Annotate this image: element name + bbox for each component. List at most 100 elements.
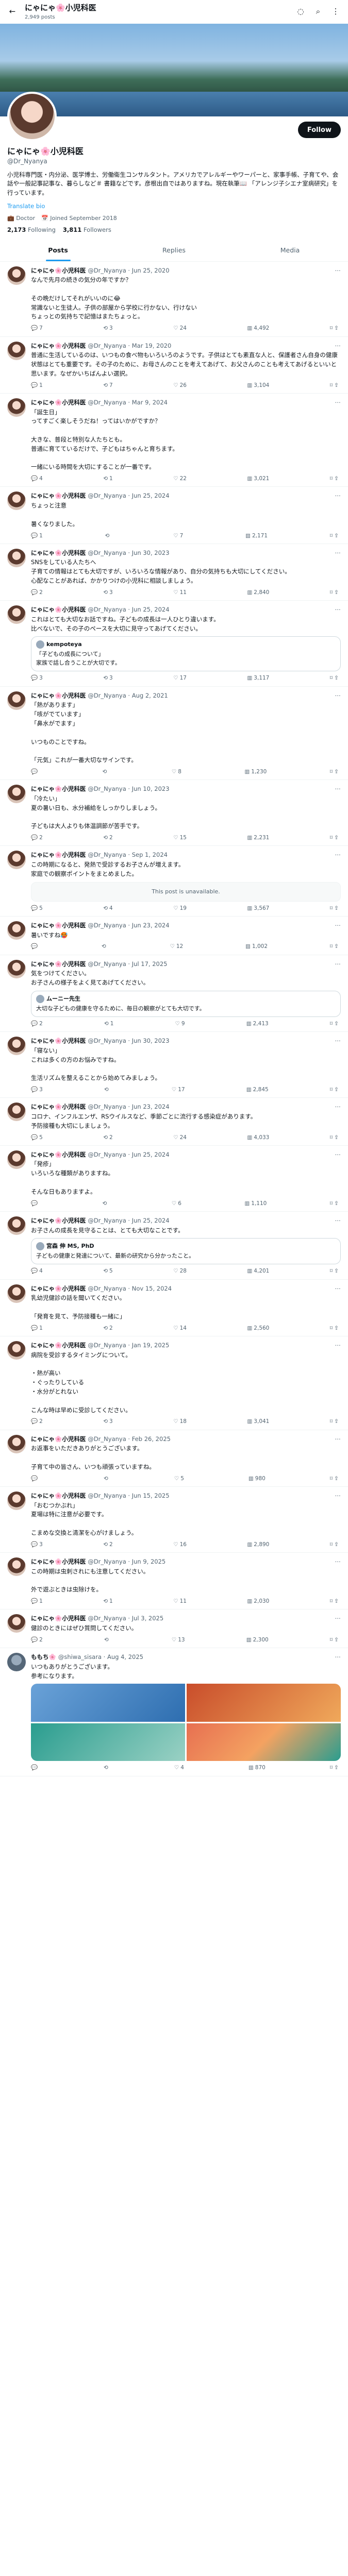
like-action[interactable]: ♡ 13 — [172, 1636, 185, 1644]
tweet-avatar[interactable] — [7, 1216, 26, 1235]
tweet-avatar[interactable] — [7, 785, 26, 804]
bookmark-icon[interactable]: ⌑ — [330, 1541, 333, 1549]
tweet-avatar[interactable] — [7, 1491, 26, 1510]
following-count[interactable]: 2,173 Following — [7, 226, 56, 234]
share-icon[interactable]: ⇪ — [334, 1325, 339, 1332]
tweet-item[interactable]: にゃにゃ🌸小児科医 @Dr_Nyanya · Mar 9, 2024 ⋯ 「誕生日」 … — [0, 394, 348, 487]
views-action[interactable]: ▥ 3,104 — [247, 382, 269, 389]
tweet-avatar[interactable] — [7, 1284, 26, 1303]
bookmark-icon[interactable]: ⌑ — [330, 1020, 333, 1028]
tweet-more-icon[interactable]: ⋯ — [335, 1284, 341, 1293]
retweet-action[interactable]: ⟲ — [104, 1086, 110, 1094]
like-action[interactable]: ♡ 11 — [173, 589, 187, 597]
tweet-item[interactable]: にゃにゃ🌸小児科医 @Dr_Nyanya · Feb 26, 2025 ⋯ お返事をい… — [0, 1430, 348, 1487]
tweet-more-icon[interactable]: ⋯ — [335, 921, 341, 930]
like-action[interactable]: ♡ 15 — [173, 834, 187, 842]
views-action[interactable]: ▥ 3,021 — [247, 475, 269, 483]
tweet-more-icon[interactable]: ⋯ — [335, 1150, 341, 1159]
tweet-item[interactable]: にゃにゃ🌸小児科医 @Dr_Nyanya · Jun 9, 2025 ⋯ この時期は虫… — [0, 1553, 348, 1610]
follow-button[interactable]: Follow — [297, 122, 341, 138]
share-icon[interactable]: ⇪ — [334, 1598, 339, 1605]
tweet-item[interactable]: にゃにゃ🌸小児科医 @Dr_Nyanya · Jul 17, 2025 ⋯ 気をつけて… — [0, 955, 348, 1032]
reply-action[interactable]: 💬 2 — [31, 1020, 43, 1028]
tweet-more-icon[interactable]: ⋯ — [335, 605, 341, 614]
tweet-item[interactable]: にゃにゃ🌸小児科医 @Dr_Nyanya · Jun 23, 2024 ⋯ 暑いですね… — [0, 917, 348, 955]
share-icon[interactable]: ⇪ — [334, 475, 339, 483]
quoted-tweet[interactable]: kempoteya 「子どもの成長について」 家族で話し合うことが大切です。 — [31, 636, 341, 672]
tweet-author-name[interactable]: にゃにゃ🌸小児科医 — [31, 785, 86, 793]
share-icon[interactable]: ⇪ — [334, 674, 339, 682]
tweet-avatar[interactable] — [7, 1653, 26, 1672]
more-icon[interactable]: ⋮ — [330, 7, 341, 17]
tweet-author-name[interactable]: にゃにゃ🌸小児科医 — [31, 960, 86, 969]
reply-action[interactable]: 💬 2 — [31, 1636, 43, 1644]
like-action[interactable]: ♡ 19 — [173, 905, 187, 912]
share-icon[interactable]: ⇪ — [334, 532, 339, 540]
like-action[interactable]: ♡ 9 — [175, 1020, 185, 1028]
retweet-action[interactable]: ⟲ 2 — [103, 1134, 113, 1142]
tweet-author-name[interactable]: にゃにゃ🌸小児科医 — [31, 691, 86, 700]
retweet-action[interactable]: ⟲ 3 — [103, 674, 113, 682]
retweet-action[interactable]: ⟲ — [103, 1200, 109, 1208]
views-action[interactable]: ▥ 870 — [248, 1764, 266, 1772]
reply-action[interactable]: 💬 2 — [31, 1418, 43, 1426]
tweet-item[interactable]: にゃにゃ🌸小児科医 @Dr_Nyanya · Jul 3, 2025 ⋯ 健診のときに… — [0, 1609, 348, 1649]
reply-action[interactable]: 💬 4 — [31, 475, 43, 483]
reply-action[interactable]: 💬 2 — [31, 834, 43, 842]
share-icon[interactable]: ⇪ — [334, 1267, 339, 1275]
tweet-more-icon[interactable]: ⋯ — [335, 1103, 341, 1111]
like-action[interactable]: ♡ 22 — [173, 475, 187, 483]
like-action[interactable]: ♡ 17 — [173, 674, 187, 682]
bookmark-icon[interactable]: ⌑ — [330, 1134, 333, 1142]
translate-bio-link[interactable]: Translate bio — [7, 202, 45, 210]
tweet-author-name[interactable]: にゃにゃ🌸小児科医 — [31, 1216, 86, 1225]
like-action[interactable]: ♡ 5 — [174, 1475, 184, 1483]
back-arrow-icon[interactable]: ← — [7, 7, 18, 17]
reply-action[interactable]: 💬 4 — [31, 1267, 43, 1275]
tweet-more-icon[interactable]: ⋯ — [335, 492, 341, 500]
reply-action[interactable]: 💬 1 — [31, 1598, 43, 1605]
like-action[interactable]: ♡ 18 — [173, 1418, 187, 1426]
bookmark-icon[interactable]: ⌑ — [330, 1267, 333, 1275]
profile-avatar[interactable] — [7, 92, 57, 141]
tweet-avatar[interactable] — [7, 605, 26, 624]
like-action[interactable]: ♡ 7 — [173, 532, 183, 540]
quoted-tweet[interactable]: ムーニー先生 大切な子どもの健康を守るために、毎日の観察がとても大切です。 — [31, 990, 341, 1017]
bookmark-icon[interactable]: ⌑ — [330, 1636, 333, 1644]
reply-action[interactable]: 💬 — [31, 943, 39, 951]
grok-icon[interactable]: ◌ — [295, 7, 306, 17]
share-icon[interactable]: ⇪ — [334, 325, 339, 332]
share-icon[interactable]: ⇪ — [334, 1541, 339, 1549]
tweet-item[interactable]: にゃにゃ🌸小児科医 @Dr_Nyanya · Nov 15, 2024 ⋯ 乳幼児健診… — [0, 1280, 348, 1336]
tweet-avatar[interactable] — [7, 1037, 26, 1056]
share-icon[interactable]: ⇪ — [334, 1475, 339, 1483]
views-action[interactable]: ▥ 980 — [248, 1475, 266, 1483]
tweet-author-name[interactable]: にゃにゃ🌸小児科医 — [31, 921, 86, 930]
bookmark-icon[interactable]: ⌑ — [330, 1475, 333, 1483]
views-action[interactable]: ▥ 2,030 — [247, 1598, 269, 1605]
bookmark-icon[interactable]: ⌑ — [330, 905, 333, 912]
retweet-action[interactable]: ⟲ 7 — [103, 382, 113, 389]
tweet-author-name[interactable]: にゃにゃ🌸小児科医 — [31, 342, 86, 350]
views-action[interactable]: ▥ 1,230 — [244, 768, 267, 776]
retweet-action[interactable]: ⟲ 3 — [103, 1418, 113, 1426]
tweet-more-icon[interactable]: ⋯ — [335, 1557, 341, 1566]
retweet-action[interactable]: ⟲ — [103, 768, 109, 776]
views-action[interactable]: ▥ 2,171 — [245, 532, 268, 540]
tweet-avatar[interactable] — [7, 548, 26, 567]
share-icon[interactable]: ⇪ — [334, 1134, 339, 1142]
share-icon[interactable]: ⇪ — [334, 1636, 339, 1644]
views-action[interactable]: ▥ 4,492 — [247, 325, 269, 332]
retweet-action[interactable]: ⟲ 3 — [103, 325, 113, 332]
like-action[interactable]: ♡ 11 — [173, 1598, 187, 1605]
like-action[interactable]: ♡ 26 — [173, 382, 187, 389]
tweet-more-icon[interactable]: ⋯ — [335, 691, 341, 700]
retweet-action[interactable]: ⟲ — [105, 532, 111, 540]
reply-action[interactable]: 💬 — [31, 1475, 39, 1483]
tweet-more-icon[interactable]: ⋯ — [335, 1216, 341, 1225]
reply-action[interactable]: 💬 — [31, 1764, 39, 1772]
tweet-avatar[interactable] — [7, 1557, 26, 1577]
tweet-author-name[interactable]: にゃにゃ🌸小児科医 — [31, 605, 86, 614]
retweet-action[interactable]: ⟲ — [104, 1475, 110, 1483]
share-icon[interactable]: ⇪ — [334, 1418, 339, 1426]
